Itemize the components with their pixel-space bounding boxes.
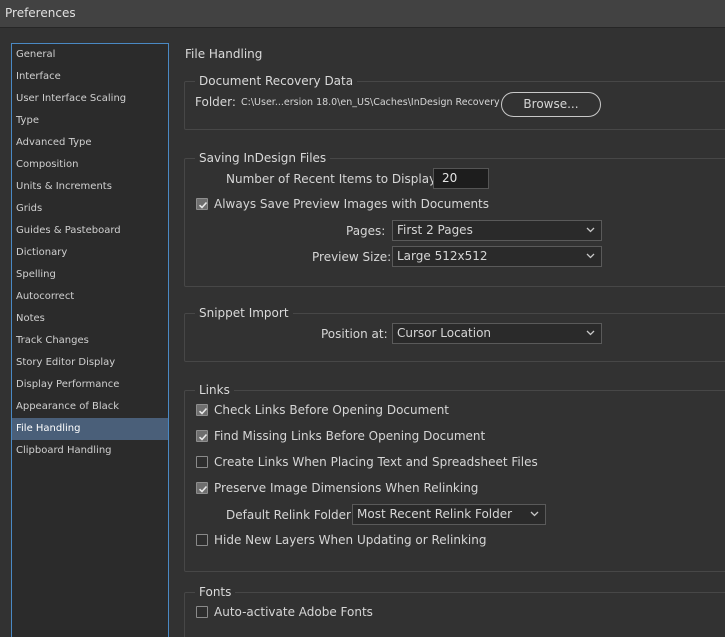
folder-label: Folder: <box>195 95 236 109</box>
sidebar-item-guides-pasteboard[interactable]: Guides & Pasteboard <box>12 220 168 242</box>
find-missing-links-label: Find Missing Links Before Opening Docume… <box>214 429 486 443</box>
sidebar-item-appearance-of-black[interactable]: Appearance of Black <box>12 396 168 418</box>
auto-activate-fonts-checkbox[interactable] <box>196 606 208 618</box>
check-links-checkbox[interactable] <box>196 404 208 416</box>
links-legend: Links <box>199 383 230 397</box>
sidebar-item-composition[interactable]: Composition <box>12 154 168 176</box>
find-missing-links-checkbox[interactable] <box>196 430 208 442</box>
auto-activate-fonts-label: Auto-activate Adobe Fonts <box>214 605 373 619</box>
sidebar-item-interface[interactable]: Interface <box>12 66 168 88</box>
sidebar-item-story-editor-display[interactable]: Story Editor Display <box>12 352 168 374</box>
sidebar-item-units-increments[interactable]: Units & Increments <box>12 176 168 198</box>
check-links-label: Check Links Before Opening Document <box>214 403 450 417</box>
relink-folder-select[interactable]: Most Recent Relink Folder <box>352 504 546 525</box>
sidebar-item-spelling[interactable]: Spelling <box>12 264 168 286</box>
hide-new-layers-label: Hide New Layers When Updating or Relinki… <box>214 533 487 547</box>
always-save-preview-label: Always Save Preview Images with Document… <box>214 197 490 211</box>
pages-select[interactable]: First 2 Pages <box>392 220 602 241</box>
fonts-legend: Fonts <box>199 585 232 599</box>
chevron-down-icon <box>530 511 539 517</box>
sidebar-item-display-performance[interactable]: Display Performance <box>12 374 168 396</box>
page-title: File Handling <box>185 47 263 61</box>
snippet-import-legend: Snippet Import <box>199 306 289 320</box>
browse-button[interactable]: Browse... <box>501 92 601 117</box>
sidebar-item-type[interactable]: Type <box>12 110 168 132</box>
saving-files-legend: Saving InDesign Files <box>199 151 327 165</box>
sidebar-item-general[interactable]: General <box>12 44 168 66</box>
relink-folder-select-value: Most Recent Relink Folder <box>357 507 513 521</box>
checkmark-icon <box>198 485 208 493</box>
sidebar-item-advanced-type[interactable]: Advanced Type <box>12 132 168 154</box>
recent-items-label: Number of Recent Items to Display: <box>226 172 440 186</box>
preview-size-select[interactable]: Large 512x512 <box>392 246 602 267</box>
position-at-select-value: Cursor Location <box>397 326 492 340</box>
window-title: Preferences <box>5 6 76 20</box>
sidebar-item-file-handling[interactable]: File Handling <box>12 418 168 440</box>
preferences-sidebar: General Interface User Interface Scaling… <box>11 43 169 637</box>
pages-label: Pages: <box>346 224 386 238</box>
sidebar-item-dictionary[interactable]: Dictionary <box>12 242 168 264</box>
position-at-select[interactable]: Cursor Location <box>392 323 602 344</box>
sidebar-item-user-interface-scaling[interactable]: User Interface Scaling <box>12 88 168 110</box>
create-links-label: Create Links When Placing Text and Sprea… <box>214 455 538 469</box>
recovery-folder-path: C:\User...ersion 18.0\en_US\Caches\InDes… <box>241 97 500 108</box>
preserve-dimensions-checkbox[interactable] <box>196 482 208 494</box>
create-links-checkbox[interactable] <box>196 456 208 468</box>
chevron-down-icon <box>586 253 595 259</box>
hide-new-layers-checkbox[interactable] <box>196 534 208 546</box>
checkmark-icon <box>198 433 208 441</box>
always-save-preview-checkbox[interactable] <box>196 198 208 210</box>
title-bar: Preferences <box>0 0 725 28</box>
checkmark-icon <box>198 201 208 209</box>
relink-folder-label: Default Relink Folder: <box>226 508 355 522</box>
preview-size-label: Preview Size: <box>312 250 392 264</box>
chevron-down-icon <box>586 227 595 233</box>
document-recovery-legend: Document Recovery Data <box>199 74 354 88</box>
recent-items-input[interactable]: 20 <box>433 168 489 189</box>
sidebar-item-autocorrect[interactable]: Autocorrect <box>12 286 168 308</box>
pages-select-value: First 2 Pages <box>397 223 473 237</box>
chevron-down-icon <box>586 330 595 336</box>
sidebar-item-notes[interactable]: Notes <box>12 308 168 330</box>
preserve-dimensions-label: Preserve Image Dimensions When Relinking <box>214 481 479 495</box>
checkmark-icon <box>198 407 208 415</box>
position-at-label: Position at: <box>321 327 388 341</box>
sidebar-item-grids[interactable]: Grids <box>12 198 168 220</box>
sidebar-item-clipboard-handling[interactable]: Clipboard Handling <box>12 440 168 462</box>
preview-size-select-value: Large 512x512 <box>397 249 488 263</box>
sidebar-item-track-changes[interactable]: Track Changes <box>12 330 168 352</box>
